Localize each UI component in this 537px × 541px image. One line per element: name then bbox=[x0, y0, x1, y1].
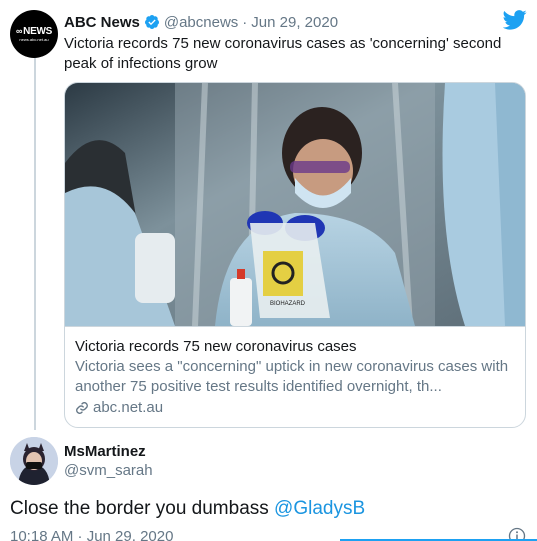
link-icon bbox=[76, 402, 88, 414]
tweet-header: ABC News @abcnews · Jun 29, 2020 bbox=[64, 12, 338, 32]
reply-text: Close the border you dumbass @GladysB bbox=[10, 497, 365, 521]
reply-text-plain: Close the border you dumbass bbox=[10, 498, 275, 519]
card-domain-text: abc.net.au bbox=[93, 399, 164, 416]
twitter-bird-icon[interactable] bbox=[503, 10, 527, 30]
abc-news-avatar[interactable]: ∞NEWS news.abc.net.au bbox=[10, 10, 58, 58]
biohazard-label: BIOHAZARD bbox=[270, 301, 306, 307]
card-image[interactable]: BIOHAZARD bbox=[65, 83, 525, 326]
reply-author-name[interactable]: MsMartinez bbox=[64, 443, 146, 460]
card-photo: BIOHAZARD bbox=[65, 83, 525, 326]
author-name[interactable]: ABC News bbox=[64, 14, 140, 31]
mention-link[interactable]: @GladysB bbox=[274, 498, 365, 519]
reply-timestamp[interactable]: 10:18 AM · Jun 29, 2020 bbox=[10, 528, 173, 541]
abc-logo-icon: ∞NEWS bbox=[16, 25, 52, 37]
reply-author-handle[interactable]: @svm_sarah bbox=[64, 462, 153, 479]
verified-badge-icon bbox=[144, 15, 159, 29]
card-body: Victoria records 75 new coronavirus case… bbox=[65, 326, 525, 418]
tweet-text: Victoria records 75 new coronavirus case… bbox=[64, 35, 502, 72]
thread-connector-line bbox=[34, 56, 36, 430]
card-domain[interactable]: abc.net.au bbox=[75, 398, 515, 418]
author-handle[interactable]: @abcnews bbox=[164, 14, 238, 31]
card-title[interactable]: Victoria records 75 new coronavirus case… bbox=[75, 337, 515, 357]
msmartinez-avatar[interactable] bbox=[10, 437, 58, 485]
tweet-date[interactable]: Jun 29, 2020 bbox=[251, 14, 338, 31]
avatar-subtext: news.abc.net.au bbox=[19, 36, 49, 42]
meta-separator: · bbox=[242, 13, 248, 31]
link-preview-card[interactable]: BIOHAZARD Victoria records 75 new corona… bbox=[64, 82, 526, 428]
avatar-photo bbox=[10, 437, 58, 485]
card-description: Victoria sees a "concerning" uptick in n… bbox=[75, 358, 509, 395]
